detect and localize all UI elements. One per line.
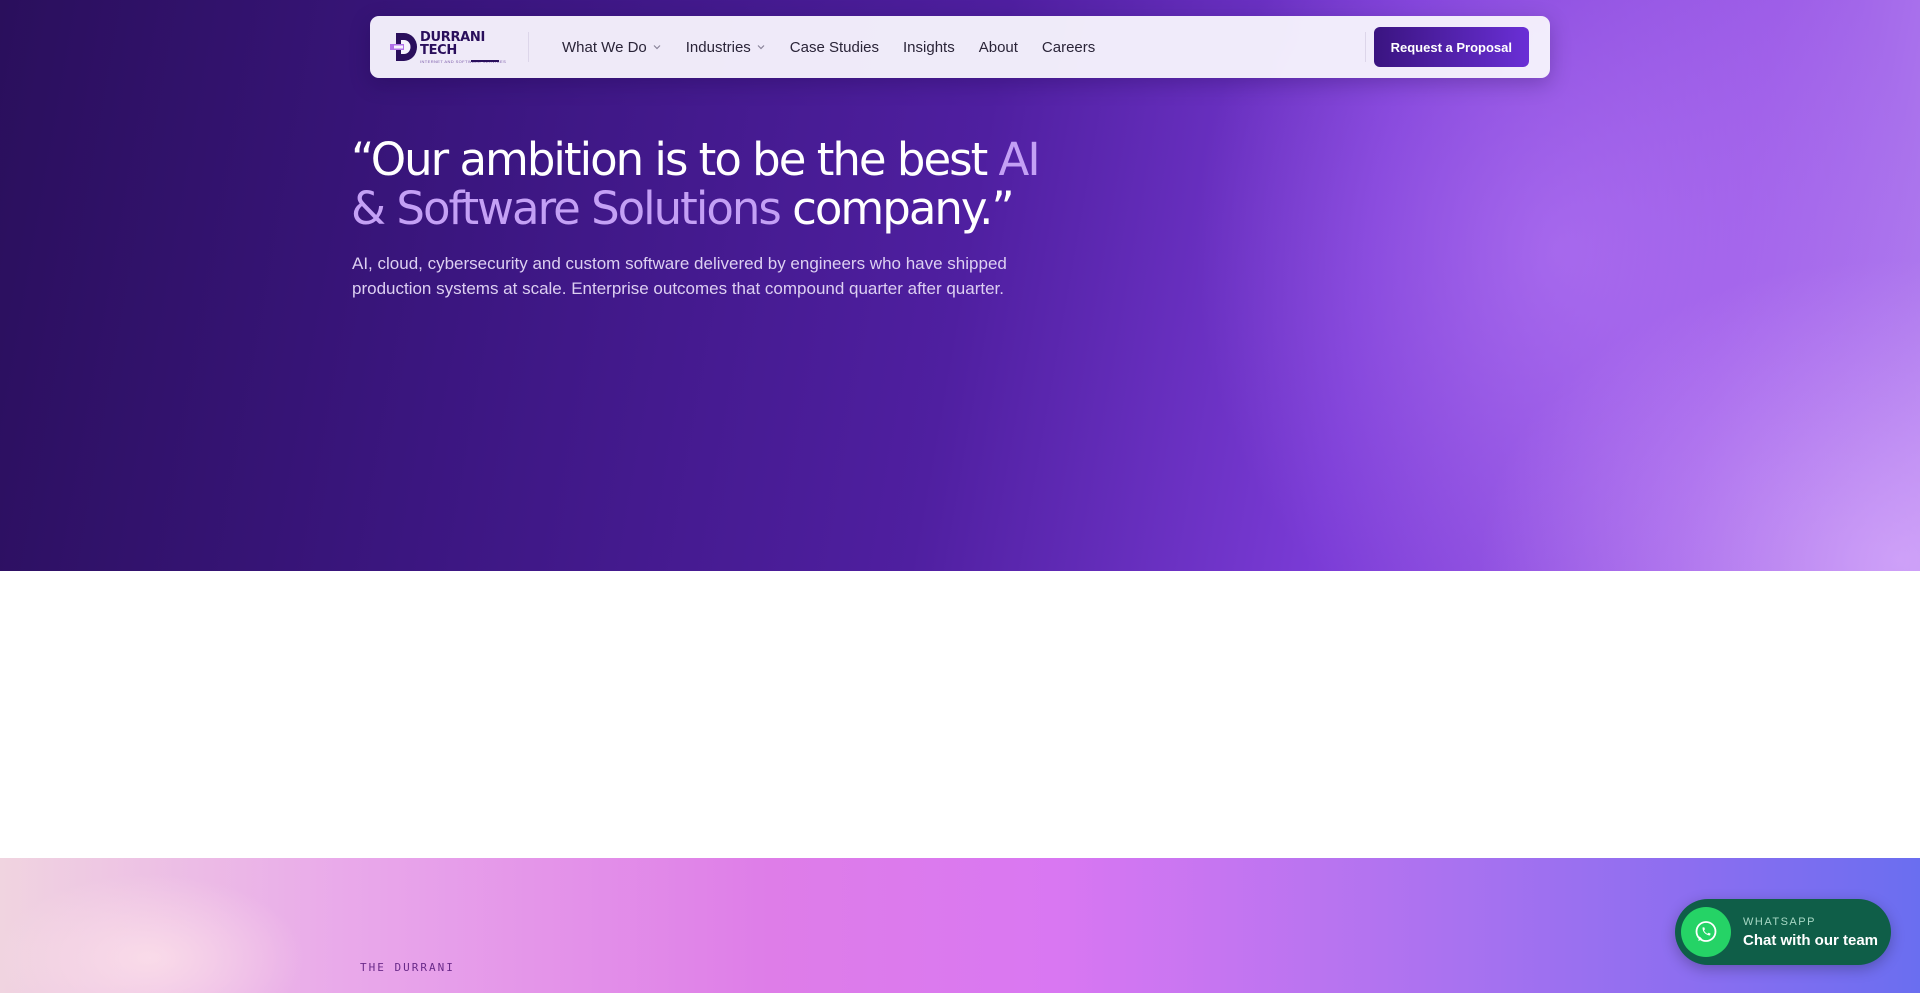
headline-close: company.”: [779, 182, 1015, 235]
navbar: DURRANI TECH INTERNET AND SOFTWARE SERVI…: [370, 16, 1550, 78]
nav-divider-right: [1365, 32, 1366, 62]
chevron-down-icon: [653, 45, 661, 50]
nav-item-about[interactable]: About: [979, 39, 1018, 56]
nav-item-label: What We Do: [562, 38, 647, 56]
hero-section: DURRANI TECH INTERNET AND SOFTWARE SERVI…: [0, 0, 1920, 571]
brand-tagline: INTERNET AND SOFTWARE SERVICES: [420, 58, 507, 64]
nav-item-industries[interactable]: Industries: [686, 39, 766, 56]
nav-links: What We Do Industries Case Studies Insig…: [562, 16, 1119, 78]
nav-item-insights[interactable]: Insights: [903, 39, 955, 56]
logo-mark-icon: [390, 31, 418, 63]
headline-open: “Our ambition is to be the best: [351, 133, 999, 186]
nav-divider-left: [528, 32, 529, 62]
chevron-down-icon: [757, 45, 765, 50]
hero-subtext: AI, cloud, cybersecurity and custom soft…: [352, 254, 1007, 298]
nav-item-what-we-do[interactable]: What We Do: [562, 39, 662, 56]
section-eyebrow: THE DURRANI: [360, 961, 455, 974]
nav-item-case-studies[interactable]: Case Studies: [790, 39, 879, 56]
brand-name: DURRANI TECH: [420, 29, 486, 58]
logo-underline: [471, 60, 499, 62]
whatsapp-icon: [1681, 907, 1731, 957]
whatsapp-label: Chat with our team: [1743, 931, 1879, 949]
whatsapp-chat-button[interactable]: WHATSAPP Chat with our team: [1675, 899, 1891, 965]
nav-item-careers[interactable]: Careers: [1042, 39, 1095, 56]
hero-headline: “Our ambition is to be the best AI & Sof…: [351, 135, 1051, 233]
brand-logo[interactable]: DURRANI TECH INTERNET AND SOFTWARE SERVI…: [390, 30, 518, 64]
nav-item-label: Industries: [685, 38, 751, 56]
gradient-band-section: THE DURRANI: [0, 858, 1920, 993]
request-proposal-button[interactable]: Request a Proposal: [1373, 27, 1529, 67]
whatsapp-eyebrow: WHATSAPP: [1743, 915, 1816, 928]
